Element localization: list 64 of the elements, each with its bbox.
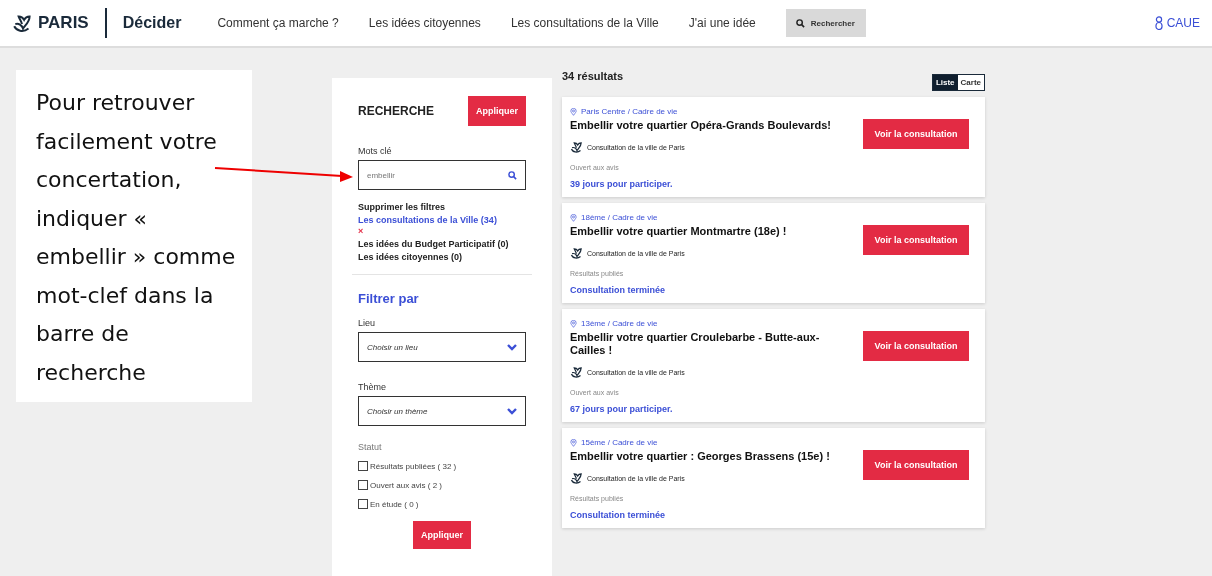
field-label: Mots clé [358,146,393,156]
status-link[interactable]: 39 jours pour participer. [570,179,840,189]
search-icon [508,170,517,180]
logo-icon [570,365,584,379]
nav-link[interactable]: Comment ça marche ? [217,16,339,30]
search-icon [795,18,805,28]
view-consultation-button[interactable]: Voir la consultation [863,225,969,255]
field-label: Thème [358,382,387,392]
checkbox-label: En étude ( 0 ) [370,499,419,509]
status-link[interactable]: 67 jours pour participer. [570,404,840,414]
nav-link[interactable]: J'ai une idée [688,16,756,30]
clear-filters-link[interactable]: Supprimer les filtres [358,202,526,212]
pin-icon [570,438,577,447]
pin-icon [570,213,577,222]
view-consultation-button[interactable]: Voir la consultation [863,331,969,361]
chevron-icon [507,407,517,415]
remove-filter-button[interactable]: × [358,226,366,236]
search-button[interactable]: Rechercher [785,9,866,37]
card-title: Embellir votre quartier Croulebarbe - Butte-aux-Cailles ! [570,331,821,357]
category-link[interactable]: Les idées citoyennes (0) [358,252,526,262]
location-tag: 15ème / Cadre de vie [581,438,658,447]
checkbox[interactable] [358,480,368,490]
logo-icon [570,471,584,485]
field-label: Lieu [358,318,376,328]
logo-icon [570,140,584,154]
checkbox-label: Résultats publiées ( 32 ) [370,461,457,471]
logo-icon [12,12,34,34]
location-tag: Paris Centre / Cadre de vie [581,107,678,116]
card-title: Embellir votre quartier Opéra-Grands Boulevards! [570,119,833,132]
view-toggle[interactable]: Liste [932,75,958,90]
place-select[interactable]: Choisir un lieu [358,332,526,362]
checkbox[interactable] [358,461,368,471]
filter-title: Filtrer par [358,291,420,306]
category-link[interactable]: Les consultations de la Ville (34) [358,215,526,225]
theme-select[interactable]: Choisir un thème [358,396,526,426]
checkbox[interactable] [358,499,368,509]
location-tag: 18ème / Cadre de vie [581,213,658,222]
pin-icon [570,107,577,116]
status-link[interactable]: Consultation terminée [570,510,840,520]
keyword-field[interactable]: embellir [358,160,526,190]
nav-link[interactable]: Les consultations de la Ville [510,16,659,30]
view-consultation-button[interactable]: Voir la consultation [863,119,969,149]
logo-icon [570,246,584,260]
user-link[interactable]: CAUE [1154,16,1200,30]
chevron-icon [507,343,517,351]
callout-text: Pour retrouver facilement votre concertation, indiquer « embellir » comme mot-clef dans la barre de recherche [36,89,237,387]
status-link[interactable]: Consultation terminée [570,285,840,295]
user-icon [1154,16,1163,30]
pin-icon [570,319,577,328]
brand-name[interactable]: PARIS [38,13,89,33]
view-toggle[interactable]: Carte [957,75,984,90]
field-label: Statut [358,442,383,452]
location-tag: 13ème / Cadre de vie [581,319,658,328]
card-title: Embellir votre quartier : Georges Brassens (15e) ! [570,450,831,463]
checkbox-label: Ouvert aux avis ( 2 ) [370,480,443,490]
panel-title: RECHERCHE [358,104,434,118]
apply-button[interactable]: Appliquer [413,521,471,549]
category-link[interactable]: Les idées du Budget Participatif (0) [358,239,526,249]
view-consultation-button[interactable]: Voir la consultation [863,450,969,480]
card-title: Embellir votre quartier Montmartre (18e) ! [570,225,788,238]
result-count: 34 résultats [562,70,624,82]
nav-link[interactable]: Les idées citoyennes [368,16,481,30]
apply-button[interactable]: Appliquer [468,96,526,126]
section-title: Décider [122,14,182,32]
